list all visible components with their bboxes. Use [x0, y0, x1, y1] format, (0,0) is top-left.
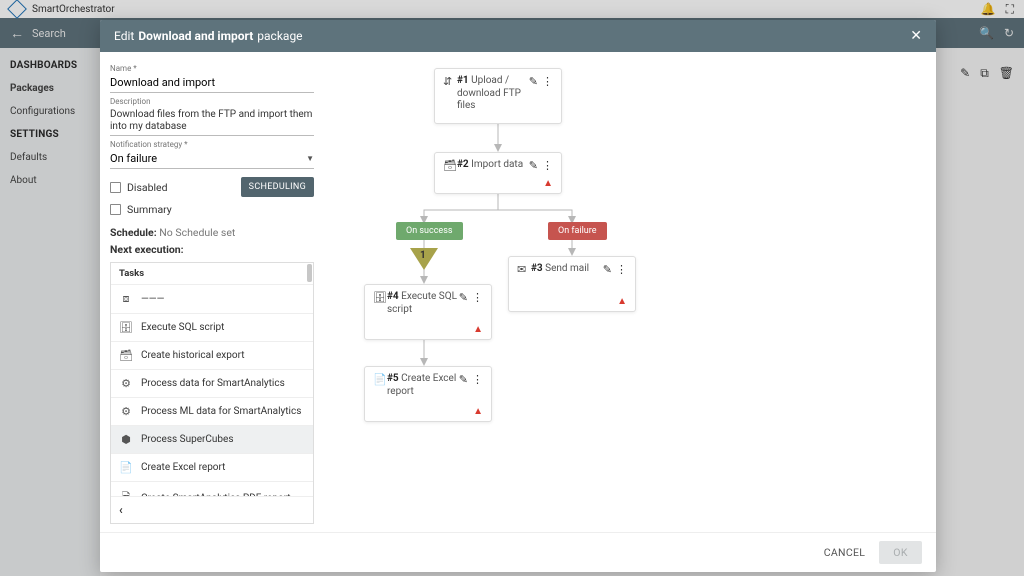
notification-value — [110, 149, 306, 168]
edit-icon[interactable]: ✎ — [459, 291, 468, 304]
edit-package-modal: Edit Download and import package ✕ Name … — [100, 20, 936, 572]
task-item[interactable]: ⚙ Process data for SmartAnalytics — [111, 369, 313, 397]
warning-icon: ▲ — [617, 296, 627, 307]
description-label: Description — [110, 97, 314, 106]
edit-icon[interactable]: ✎ — [529, 159, 538, 172]
task-item[interactable]: 🖻Create SmartAnalytics PDF report — [111, 481, 313, 496]
task-item[interactable]: ⬢ Process SuperCubes — [111, 425, 313, 453]
task-label: Execute SQL script — [141, 322, 224, 333]
more-icon[interactable]: ⋮ — [472, 373, 483, 386]
upload-download-icon: ⇵ — [443, 75, 457, 88]
database-icon: 🗃 — [443, 159, 457, 172]
task-icon: 📄 — [119, 461, 133, 474]
task-icon: ⬢ — [119, 433, 133, 446]
modal-title-suffix: package — [257, 29, 302, 43]
task-icon: ⚙ — [119, 405, 133, 418]
task-icon: 🗃 — [119, 349, 133, 362]
workflow-diagram[interactable]: ⇵ #1 Upload / download FTP files ✎⋮ 🗃 #2… — [324, 52, 936, 532]
badge-on-failure: On failure — [548, 222, 607, 240]
excel-icon: 📄 — [373, 373, 387, 386]
next-execution-line: Next execution: — [110, 243, 314, 256]
task-item[interactable]: 📄 Create Excel report — [111, 453, 313, 481]
edit-icon[interactable]: ✎ — [459, 373, 468, 386]
tasks-panel: Tasks ⧈ ——— 🗄 Execute SQL script 🗃 Create his… — [110, 262, 314, 524]
task-icon: 🖻 — [119, 489, 133, 496]
mail-icon: ✉ — [517, 263, 531, 276]
ok-button[interactable]: OK — [879, 541, 922, 564]
task-label: Process SuperCubes — [141, 434, 234, 445]
badge-on-success: On success — [396, 222, 463, 240]
modal-title-main: Download and import — [138, 29, 253, 43]
task-label: Create Excel report — [141, 462, 225, 473]
notification-select[interactable]: ▼ — [110, 149, 314, 169]
tasks-scrollbar[interactable] — [307, 264, 312, 282]
chevron-left-icon[interactable]: ‹ — [119, 503, 123, 517]
task-label: ——— — [141, 294, 164, 305]
sql-icon: 🗄 — [373, 291, 387, 304]
node-sql[interactable]: 🗄 #4 Execute SQL script ✎⋮ ▲ — [364, 284, 492, 340]
warning-icon: ▲ — [473, 324, 483, 335]
modal-header: Edit Download and import package ✕ — [100, 20, 936, 52]
form-panel: Name * Description Download files from t… — [100, 52, 324, 532]
tasks-footer: ‹ — [111, 496, 313, 523]
task-item[interactable]: ⚙ Process ML data for SmartAnalytics — [111, 397, 313, 425]
node-excel[interactable]: 📄 #5 Create Excel report ✎⋮ ▲ — [364, 366, 492, 422]
name-label: Name * — [110, 64, 314, 73]
scheduling-button[interactable]: SCHEDULING — [241, 177, 314, 197]
more-icon[interactable]: ⋮ — [616, 263, 627, 276]
close-icon[interactable]: ✕ — [910, 28, 922, 44]
warning-icon: ▲ — [543, 178, 553, 189]
node-upload[interactable]: ⇵ #1 Upload / download FTP files ✎⋮ — [434, 68, 562, 124]
task-item[interactable]: 🗄 Execute SQL script — [111, 313, 313, 341]
task-label: Create historical export — [141, 350, 244, 361]
disabled-checkbox[interactable] — [110, 182, 121, 193]
more-icon[interactable]: ⋮ — [542, 159, 553, 172]
modal-footer: CANCEL OK — [100, 532, 936, 572]
chevron-down-icon: ▼ — [306, 154, 314, 163]
node-import[interactable]: 🗃 #2 Import data ✎⋮ ▲ — [434, 152, 562, 194]
more-icon[interactable]: ⋮ — [472, 291, 483, 304]
task-label: Process ML data for SmartAnalytics — [141, 406, 301, 417]
summary-checkbox[interactable] — [110, 204, 121, 215]
edit-icon[interactable]: ✎ — [603, 263, 612, 276]
task-label: Process data for SmartAnalytics — [141, 378, 285, 389]
notification-label: Notification strategy * — [110, 140, 314, 149]
edit-icon[interactable]: ✎ — [529, 75, 538, 88]
cancel-button[interactable]: CANCEL — [824, 546, 865, 559]
description-input[interactable]: Download files from the FTP and import t… — [110, 106, 314, 136]
name-input[interactable] — [110, 73, 314, 93]
task-item[interactable]: 🗃 Create historical export — [111, 341, 313, 369]
schedule-line: Schedule: No Schedule set — [110, 226, 314, 239]
modal-title-prefix: Edit — [114, 29, 134, 43]
task-item[interactable]: ⧈ ——— — [111, 284, 313, 313]
more-icon[interactable]: ⋮ — [542, 75, 553, 88]
funnel-icon: 1 — [410, 248, 438, 270]
summary-label: Summary — [127, 203, 172, 216]
tasks-header: Tasks — [111, 263, 313, 284]
node-sendmail[interactable]: ✉ #3 Send mail ✎⋮ ▲ — [508, 256, 636, 312]
task-icon: ⚙ — [119, 377, 133, 390]
task-icon: ⧈ — [119, 292, 133, 306]
warning-icon: ▲ — [473, 406, 483, 417]
task-icon: 🗄 — [119, 321, 133, 334]
disabled-label: Disabled — [127, 181, 168, 194]
